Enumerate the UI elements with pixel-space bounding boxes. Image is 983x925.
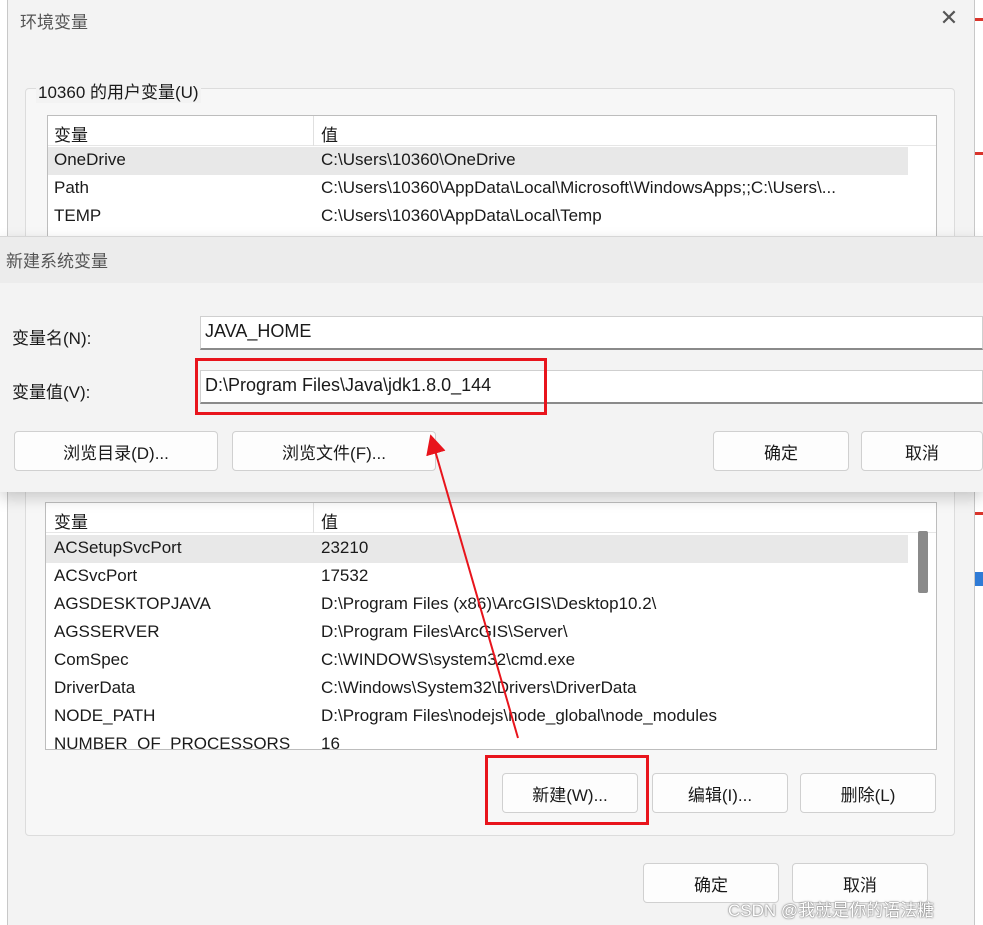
browse-file-button[interactable]: 浏览文件(F)...: [232, 431, 436, 471]
variable-name: ACSvcPort: [54, 566, 138, 585]
column-header-variable[interactable]: 变量: [54, 121, 88, 146]
variable-name: TEMP: [54, 206, 102, 225]
variable-value: C:\Users\10360\AppData\Local\Temp: [321, 206, 602, 225]
variable-value: 23210: [321, 538, 369, 557]
column-separator[interactable]: [313, 116, 314, 146]
close-icon[interactable]: ✕: [936, 6, 962, 32]
value-highlight-box: [195, 358, 547, 415]
variable-name: OneDrive: [54, 150, 126, 169]
variable-name: ACSetupSvcPort: [54, 538, 182, 557]
column-header-value[interactable]: 值: [321, 121, 338, 146]
edit-variable-button[interactable]: 编辑(I)...: [652, 773, 788, 813]
list-item[interactable]: TEMP C:\Users\10360\AppData\Local\Temp: [48, 203, 908, 231]
list-item[interactable]: DriverData C:\Windows\System32\Drivers\D…: [46, 675, 908, 703]
variable-value: C:\WINDOWS\system32\cmd.exe: [321, 650, 576, 669]
scrollbar-thumb[interactable]: [918, 531, 928, 593]
list-item[interactable]: NUMBER_OF_PROCESSORS 16: [46, 731, 908, 750]
variable-name: NUMBER_OF_PROCESSORS: [54, 734, 291, 750]
background-accent-mark: [975, 18, 983, 21]
dialog-titlebar[interactable]: 新建系统变量: [0, 237, 983, 283]
column-separator[interactable]: [313, 503, 314, 533]
list-header: 变量 值: [48, 116, 936, 146]
column-header-value[interactable]: 值: [321, 508, 338, 533]
list-item[interactable]: ACSvcPort 17532: [46, 563, 908, 591]
system-variables-list[interactable]: 变量 值 ACSetupSvcPort 23210 ACSvcPort 1753…: [45, 502, 937, 750]
variable-value: 17532: [321, 566, 369, 585]
list-item[interactable]: ACSetupSvcPort 23210: [46, 535, 908, 563]
variable-value-label: 变量值(V):: [12, 383, 91, 402]
variable-name: Path: [54, 178, 89, 197]
variable-value: C:\Users\10360\OneDrive: [321, 150, 516, 169]
user-variables-list[interactable]: 变量 值 OneDrive C:\Users\10360\OneDrive Pa…: [47, 115, 937, 240]
list-item[interactable]: ComSpec C:\WINDOWS\system32\cmd.exe: [46, 647, 908, 675]
list-item[interactable]: AGSSERVER D:\Program Files\ArcGIS\Server…: [46, 619, 908, 647]
background-accent-mark: [975, 572, 983, 586]
column-header-variable[interactable]: 变量: [54, 508, 88, 533]
variable-value: D:\Program Files (x86)\ArcGIS\Desktop10.…: [321, 594, 657, 613]
variable-name-input[interactable]: JAVA_HOME: [200, 316, 983, 350]
list-header: 变量 值: [46, 503, 936, 533]
background-accent-mark: [975, 152, 983, 155]
variable-value: C:\Windows\System32\Drivers\DriverData: [321, 678, 637, 697]
variable-value: D:\Program Files\nodejs\node_global\node…: [321, 706, 717, 725]
dialog-cancel-button[interactable]: 取消: [861, 431, 983, 471]
background-accent-mark: [975, 512, 983, 515]
variable-value: C:\Users\10360\AppData\Local\Microsoft\W…: [321, 178, 836, 197]
variable-name: DriverData: [54, 678, 136, 697]
new-button-highlight-box: [485, 755, 649, 825]
list-item[interactable]: OneDrive C:\Users\10360\OneDrive: [48, 147, 908, 175]
user-variables-label: 10360 的用户变量(U): [36, 78, 201, 103]
delete-variable-button[interactable]: 删除(L): [800, 773, 936, 813]
variable-name: AGSSERVER: [54, 622, 160, 641]
variable-value: D:\Program Files\ArcGIS\Server\: [321, 622, 568, 641]
variable-name-label: 变量名(N):: [12, 329, 92, 348]
variable-name: NODE_PATH: [54, 706, 156, 725]
list-item[interactable]: Path C:\Users\10360\AppData\Local\Micros…: [48, 175, 908, 203]
list-item[interactable]: AGSDESKTOPJAVA D:\Program Files (x86)\Ar…: [46, 591, 908, 619]
window-title: 环境变量: [20, 13, 88, 32]
browse-directory-button[interactable]: 浏览目录(D)...: [14, 431, 218, 471]
variable-name: ComSpec: [54, 650, 129, 669]
dialog-title: 新建系统变量: [6, 252, 108, 271]
list-item[interactable]: NODE_PATH D:\Program Files\nodejs\node_g…: [46, 703, 908, 731]
dialog-ok-button[interactable]: 确定: [713, 431, 849, 471]
variable-value: 16: [321, 734, 340, 750]
watermark: CSDN @我就是你的语法糖: [728, 901, 935, 920]
variable-name: AGSDESKTOPJAVA: [54, 594, 211, 613]
